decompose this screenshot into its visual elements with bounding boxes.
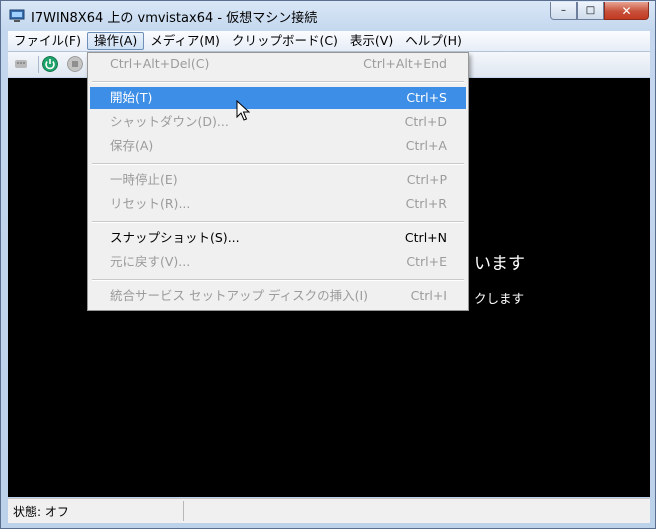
minimize-button[interactable]: – — [550, 2, 577, 20]
menu-item-shortcut: Ctrl+I — [410, 288, 447, 303]
menu-media[interactable]: メディア(M) — [144, 32, 226, 50]
toolbar-separator — [38, 56, 39, 73]
menu-clipboard[interactable]: クリップボード(C) — [226, 32, 344, 50]
mouse-pointer-icon — [236, 100, 250, 121]
menu-view[interactable]: 表示(V) — [344, 32, 399, 50]
menu-item-shortcut: Ctrl+A — [405, 138, 447, 153]
menu-separator — [92, 163, 464, 165]
menu-file[interactable]: ファイル(F) — [8, 32, 87, 50]
action-menu-dropdown: Ctrl+Alt+Del(C) Ctrl+Alt+End 開始(T) Ctrl+… — [87, 52, 469, 311]
maximize-button[interactable]: □ — [577, 2, 604, 20]
menu-item-shortcut: Ctrl+P — [406, 172, 447, 187]
menu-item-insert-integration-disk[interactable]: 統合サービス セットアップ ディスクの挿入(I) Ctrl+I — [90, 285, 466, 307]
status-bar: 状態: オフ — [8, 498, 650, 523]
status-divider — [183, 501, 184, 521]
ctrl-alt-del-icon[interactable] — [13, 56, 29, 72]
menu-item-label: 元に戻す(V)... — [110, 254, 191, 269]
menu-item-shortcut: Ctrl+Alt+End — [363, 56, 447, 71]
menu-bar: ファイル(F) 操作(A) メディア(M) クリップボード(C) 表示(V) ヘ… — [8, 31, 650, 52]
menu-item-label: 一時停止(E) — [110, 172, 178, 187]
menu-separator — [92, 81, 464, 83]
menu-item-label: 統合サービス セットアップ ディスクの挿入(I) — [110, 288, 369, 303]
menu-item-shortcut: Ctrl+E — [406, 254, 447, 269]
menu-item-label: 開始(T) — [110, 90, 153, 105]
menu-item-shortcut: Ctrl+D — [404, 114, 447, 129]
menu-item-shortcut: Ctrl+N — [404, 230, 447, 245]
menu-item-ctrl-alt-del[interactable]: Ctrl+Alt+Del(C) Ctrl+Alt+End — [90, 53, 466, 75]
menu-item-shortcut: Ctrl+S — [406, 90, 447, 105]
menu-item-shortcut: Ctrl+R — [405, 196, 447, 211]
menu-item-pause[interactable]: 一時停止(E) Ctrl+P — [90, 169, 466, 191]
menu-item-shutdown[interactable]: シャットダウン(D)... Ctrl+D — [90, 111, 466, 133]
menu-item-label: スナップショット(S)... — [110, 230, 240, 245]
vm-status: 状態: オフ — [13, 505, 69, 519]
menu-action[interactable]: 操作(A) — [86, 32, 145, 50]
menu-item-label: Ctrl+Alt+Del(C) — [110, 56, 210, 71]
menu-item-save[interactable]: 保存(A) Ctrl+A — [90, 135, 466, 157]
menu-item-reset[interactable]: リセット(R)... Ctrl+R — [90, 193, 466, 215]
turn-off-icon[interactable] — [67, 56, 83, 72]
caption-buttons: – □ ✕ — [550, 2, 649, 22]
menu-separator — [92, 279, 464, 281]
close-button[interactable]: ✕ — [604, 2, 649, 20]
vm-display-hint: クします — [474, 291, 525, 306]
menu-item-label: リセット(R)... — [110, 196, 191, 211]
title-bar[interactable]: I7WIN8X64 上の vmvistax64 - 仮想マシン接続 – □ ✕ — [1, 1, 655, 31]
vm-display-message: います — [474, 254, 525, 274]
menu-help[interactable]: ヘルプ(H) — [399, 32, 468, 50]
menu-item-snapshot[interactable]: スナップショット(S)... Ctrl+N — [90, 227, 466, 249]
window-title: I7WIN8X64 上の vmvistax64 - 仮想マシン接続 — [31, 11, 318, 26]
menu-item-revert[interactable]: 元に戻す(V)... Ctrl+E — [90, 251, 466, 273]
menu-item-start[interactable]: 開始(T) Ctrl+S — [90, 87, 466, 109]
menu-separator — [92, 221, 464, 223]
vm-app-icon — [9, 9, 25, 22]
power-start-icon[interactable] — [42, 56, 58, 72]
menu-item-label: 保存(A) — [110, 138, 154, 153]
menu-item-label: シャットダウン(D)... — [110, 114, 229, 129]
